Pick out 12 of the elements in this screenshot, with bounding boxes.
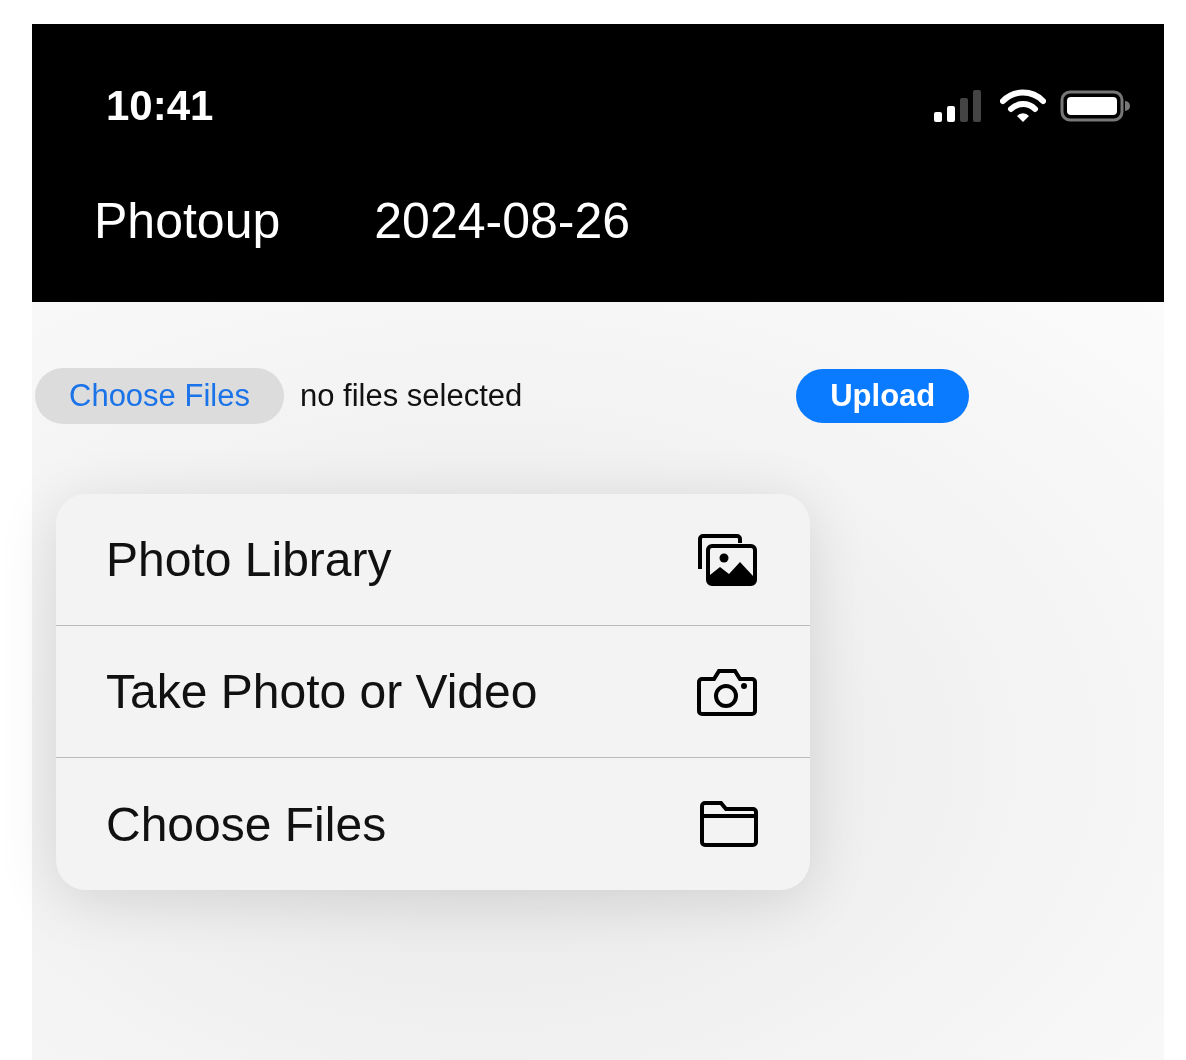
folder-icon [700,801,758,847]
status-time: 10:41 [106,82,214,130]
menu-item[interactable]: Photo Library [56,494,810,626]
upload-button[interactable]: Upload [796,369,970,423]
app-title: Photoup [94,192,281,250]
battery-icon [1060,90,1130,122]
menu-item[interactable]: Take Photo or Video [56,626,810,758]
date-label: 2024-08-26 [374,192,631,250]
menu-item[interactable]: Choose Files [56,758,810,890]
camera-icon [696,666,758,717]
wifi-icon [1000,89,1046,123]
file-status: no files selected [299,378,523,414]
